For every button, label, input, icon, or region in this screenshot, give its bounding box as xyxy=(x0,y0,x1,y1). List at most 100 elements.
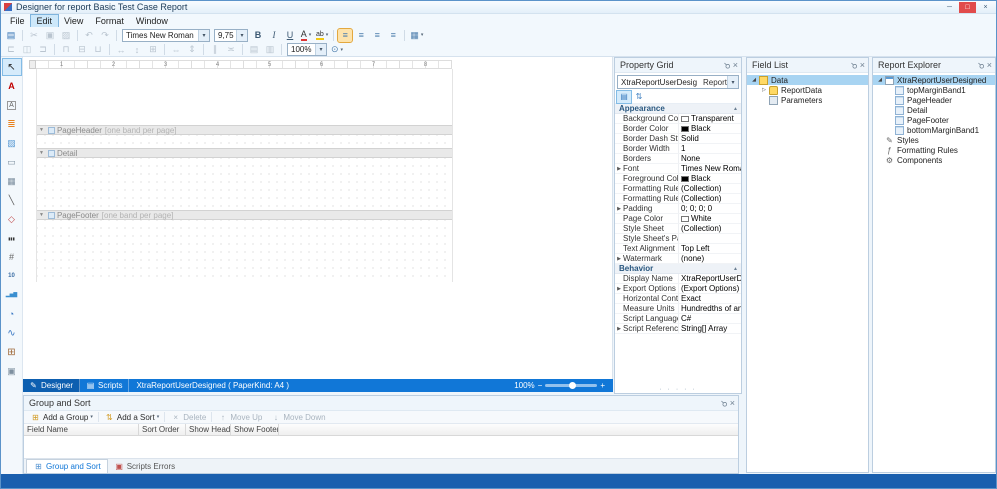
property-value[interactable]: (Collection) xyxy=(679,194,741,203)
categorized-view-button[interactable]: ▤ xyxy=(617,91,631,103)
property-value[interactable]: (Export Options) xyxy=(679,284,741,293)
undo-icon[interactable]: ↶ xyxy=(82,29,96,42)
object-selector-combo[interactable]: XtraReportUserDesigned Report ▾ xyxy=(617,75,739,89)
property-value[interactable]: White xyxy=(679,214,741,223)
property-row-style-sheet[interactable]: Style Sheet(Collection) xyxy=(615,224,741,234)
pin-icon[interactable]: ⚲ xyxy=(849,60,860,71)
tree-item-data[interactable]: ◢Data xyxy=(747,75,868,85)
align-right-button[interactable]: ≡ xyxy=(370,29,384,42)
highlight-color-button[interactable]: ab▾ xyxy=(315,29,329,42)
band-content-detail[interactable] xyxy=(37,158,452,210)
borders-button[interactable]: ▦▾ xyxy=(409,29,424,42)
property-value[interactable]: C# xyxy=(679,314,741,323)
column-header-show-footer[interactable]: Show Footer xyxy=(231,424,279,435)
collapsed-arrow-icon[interactable]: ▷ xyxy=(760,87,768,93)
zoom-in-icon[interactable]: + xyxy=(600,381,605,390)
cut-icon[interactable]: ✂ xyxy=(27,29,41,42)
vertical-spacing-button[interactable]: ⇕ xyxy=(185,43,199,56)
italic-button[interactable]: I xyxy=(267,29,281,42)
align-bottom-edges-button[interactable]: ⊔ xyxy=(91,43,105,56)
tree-item-components[interactable]: ⚙Components xyxy=(873,155,995,165)
make-same-width-button[interactable]: ↔ xyxy=(114,43,128,56)
property-row-padding[interactable]: ▶Padding0; 0; 0; 0 xyxy=(615,204,741,214)
property-row-background-col[interactable]: Background ColTransparent xyxy=(615,114,741,124)
property-value[interactable]: Black xyxy=(679,174,741,183)
top-margin-band[interactable] xyxy=(37,69,452,125)
expand-arrow-icon[interactable]: ▶ xyxy=(615,256,623,262)
tree-item-reportdata[interactable]: ▷ReportData xyxy=(747,85,868,95)
zoom-combo[interactable]: 100%▾ xyxy=(287,43,327,56)
alphabetical-view-button[interactable]: ⇅ xyxy=(632,91,646,103)
property-row-horizontal-cont[interactable]: Horizontal ContExact xyxy=(615,294,741,304)
tree-item-parameters[interactable]: Parameters xyxy=(747,95,868,105)
band-content-pageheader[interactable] xyxy=(37,135,452,148)
property-value[interactable]: Exact xyxy=(679,294,741,303)
property-row-foreground-col[interactable]: Foreground ColBlack xyxy=(615,174,741,184)
expand-arrow-icon[interactable]: ▶ xyxy=(615,286,623,292)
panel-resize-dots[interactable]: · · · · · xyxy=(615,386,741,393)
property-value[interactable]: (Collection) xyxy=(679,224,741,233)
move-down-button[interactable]: ↓Move Down xyxy=(266,411,329,423)
collapse-arrow-icon[interactable]: ▲ xyxy=(733,266,738,272)
send-to-back-button[interactable]: ▥ xyxy=(263,43,277,56)
tree-item-topmarginband1[interactable]: topMarginBand1 xyxy=(873,85,995,95)
bold-button[interactable]: B xyxy=(251,29,265,42)
minimize-button[interactable]: ─ xyxy=(941,2,958,13)
collapse-arrow-icon[interactable]: ▼ xyxy=(39,127,44,133)
tree-item-bottommarginband1[interactable]: bottomMarginBand1 xyxy=(873,125,995,135)
property-row-borders[interactable]: BordersNone xyxy=(615,154,741,164)
tab-designer[interactable]: ✎Designer xyxy=(23,379,80,392)
dropdown-arrow-icon[interactable]: ▾ xyxy=(90,414,93,420)
dropdown-arrow-icon[interactable]: ▾ xyxy=(236,30,247,41)
property-row-formatting-rule[interactable]: Formatting Rule(Collection) xyxy=(615,194,741,204)
property-value[interactable]: Solid xyxy=(679,134,741,143)
band-header-pageheader[interactable]: ▼PageHeader[one band per page] xyxy=(37,125,452,135)
property-value[interactable]: (none) xyxy=(679,254,741,263)
pin-icon[interactable]: ⚲ xyxy=(719,398,730,409)
tree-item-pageheader[interactable]: PageHeader xyxy=(873,95,995,105)
add-a-sort-button[interactable]: ⇅Add a Sort▾ xyxy=(100,411,163,423)
add-a-group-button[interactable]: ⊞Add a Group▾ xyxy=(26,411,97,423)
property-row-display-name[interactable]: Display NameXtraReportUserDe... xyxy=(615,274,741,284)
property-row-font[interactable]: ▶FontTimes New Roman;... xyxy=(615,164,741,174)
move-up-button[interactable]: ↑Move Up xyxy=(213,411,266,423)
property-row-watermark[interactable]: ▶Watermark(none) xyxy=(615,254,741,264)
subreport-tool[interactable]: ▣ xyxy=(3,363,21,379)
picture-box-tool[interactable]: ▨ xyxy=(3,135,21,151)
property-value[interactable]: String[] Array xyxy=(679,324,741,333)
column-header-show-header[interactable]: Show Header xyxy=(186,424,231,435)
tree-item-detail[interactable]: Detail xyxy=(873,105,995,115)
center-horizontally-button[interactable]: ∥ xyxy=(208,43,222,56)
property-value[interactable]: Times New Roman;... xyxy=(679,164,741,173)
dropdown-arrow-icon[interactable]: ▾ xyxy=(309,32,312,38)
align-center-button[interactable]: ≡ xyxy=(354,29,368,42)
property-row-script-language[interactable]: Script LanguageC# xyxy=(615,314,741,324)
align-middles-button[interactable]: ⊟ xyxy=(75,43,89,56)
align-centers-button[interactable]: ◫ xyxy=(20,43,34,56)
zoom-slider[interactable] xyxy=(545,384,597,387)
property-value[interactable]: 1 xyxy=(679,144,741,153)
tab-scripts-errors[interactable]: ▣Scripts Errors xyxy=(108,459,181,473)
menu-item-window[interactable]: Window xyxy=(130,15,174,27)
pin-icon[interactable]: ⚲ xyxy=(722,60,733,71)
table-tool[interactable]: ▦ xyxy=(3,173,21,189)
redo-icon[interactable]: ↷ xyxy=(98,29,112,42)
tree-item-pagefooter[interactable]: PageFooter xyxy=(873,115,995,125)
property-value[interactable]: Hundredths of an I... xyxy=(679,304,741,313)
dropdown-arrow-icon[interactable]: ▾ xyxy=(326,32,329,38)
tree-item-xtrareportuserdesigned[interactable]: ◢XtraReportUserDesigned xyxy=(873,75,995,85)
zoom-tool-button[interactable]: ⊙▾ xyxy=(330,43,344,56)
align-top-edges-button[interactable]: ⊓ xyxy=(59,43,73,56)
column-header-sort-order[interactable]: Sort Order xyxy=(139,424,186,435)
band-header-detail[interactable]: ▼Detail xyxy=(37,148,452,158)
property-row-formatting-rule[interactable]: Formatting Rule(Collection) xyxy=(615,184,741,194)
property-row-style-sheet-s-pa[interactable]: Style Sheet's Pa xyxy=(615,234,741,244)
line-tool[interactable]: ╲ xyxy=(3,192,21,208)
expanded-arrow-icon[interactable]: ◢ xyxy=(750,77,758,83)
property-row-border-dash-sty[interactable]: Border Dash StySolid xyxy=(615,134,741,144)
make-same-height-button[interactable]: ↕ xyxy=(130,43,144,56)
close-icon[interactable]: × xyxy=(730,398,735,408)
paste-icon[interactable]: ▨ xyxy=(59,29,73,42)
property-section-behavior[interactable]: Behavior▲ xyxy=(615,264,741,274)
group-sort-body[interactable] xyxy=(24,436,738,458)
